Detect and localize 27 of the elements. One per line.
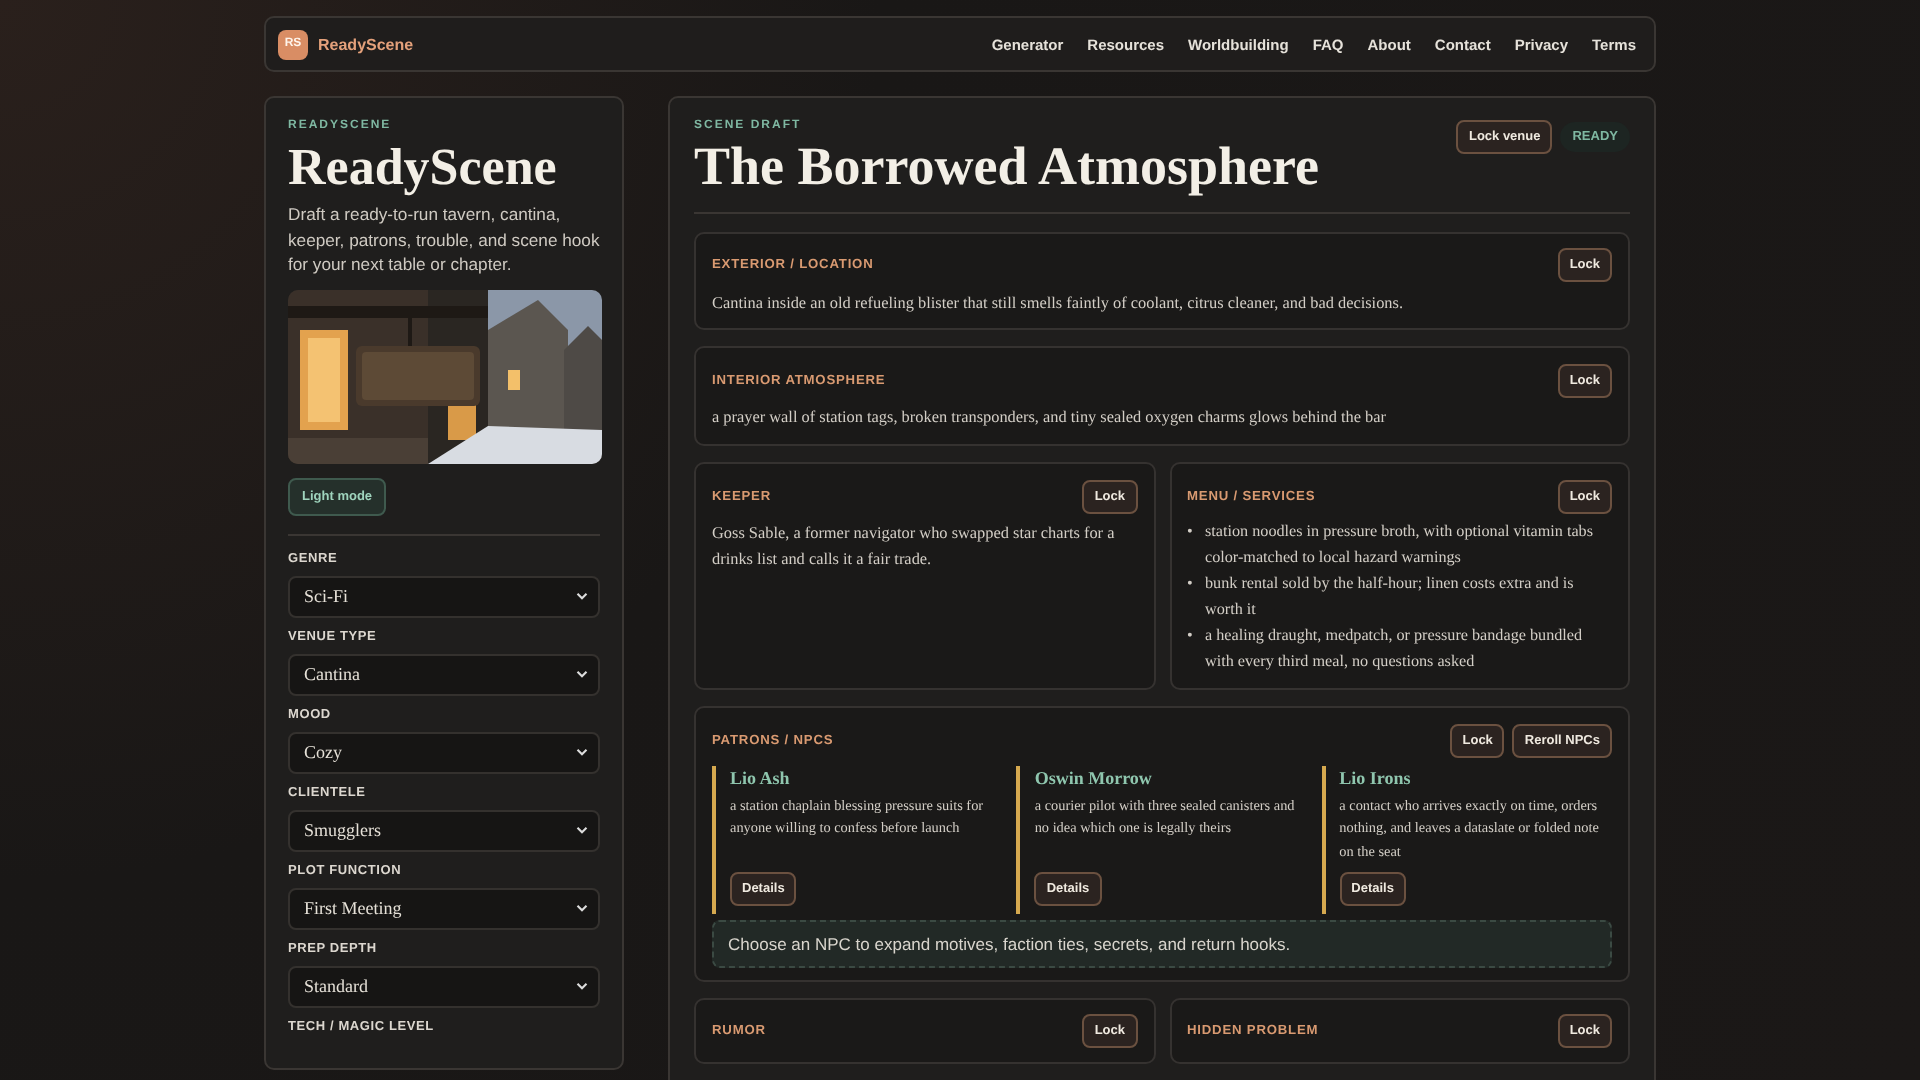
chevron-icon bbox=[576, 826, 588, 835]
npc-name: Lio Irons bbox=[1339, 768, 1411, 789]
select-field[interactable]: Standard bbox=[288, 965, 600, 1008]
brand-link[interactable]: ReadyScene bbox=[318, 35, 414, 53]
description-text: Draft a ready-to-run tavern, cantina, keeper, patrons, trouble, and scene hook for your next table or chapter. bbox=[288, 202, 600, 278]
section-text: Cantina inside an old refueling blister that still smells faintly of coolant, citrus cleaner, and bad decisions. bbox=[712, 291, 1406, 316]
select-field[interactable]: Cozy bbox=[288, 731, 600, 774]
section-text: Goss Sable, a former navigator who swapped star charts for a drinks list and calls it a fair trade. bbox=[712, 522, 1117, 572]
chevron-icon bbox=[576, 904, 588, 913]
list-bullet: • bbox=[1187, 572, 1195, 597]
select-field[interactable]: Cantina bbox=[288, 653, 600, 696]
select-field[interactable]: Smugglers bbox=[288, 809, 600, 852]
scene-title: The Borrowed Atmosphere bbox=[694, 138, 1319, 198]
npc-name: Lio Ash bbox=[730, 768, 790, 789]
list-bullet: • bbox=[1187, 624, 1195, 649]
chevron-icon bbox=[576, 670, 588, 679]
chevron-icon bbox=[576, 748, 588, 757]
section-text: a prayer wall of station tags, broken transponders, and tiny sealed oxygen charms glows behind the bar bbox=[712, 406, 1388, 431]
list-bullet: • bbox=[1187, 520, 1195, 545]
chevron-icon bbox=[576, 982, 588, 991]
select-field[interactable]: Sci-Fi bbox=[288, 575, 600, 618]
chevron-icon bbox=[576, 592, 588, 601]
app-title: ReadyScene bbox=[288, 140, 559, 195]
select-field[interactable]: First Meeting bbox=[288, 887, 600, 930]
list-item: a healing draught, medpatch, or pressure bandage bundled with every third meal, no questions asked bbox=[1205, 624, 1585, 674]
npc-name: Oswin Morrow bbox=[1034, 768, 1152, 789]
hint-box: Choose an NPC to expand motives, faction ties, secrets, and return hooks. bbox=[712, 919, 1612, 968]
